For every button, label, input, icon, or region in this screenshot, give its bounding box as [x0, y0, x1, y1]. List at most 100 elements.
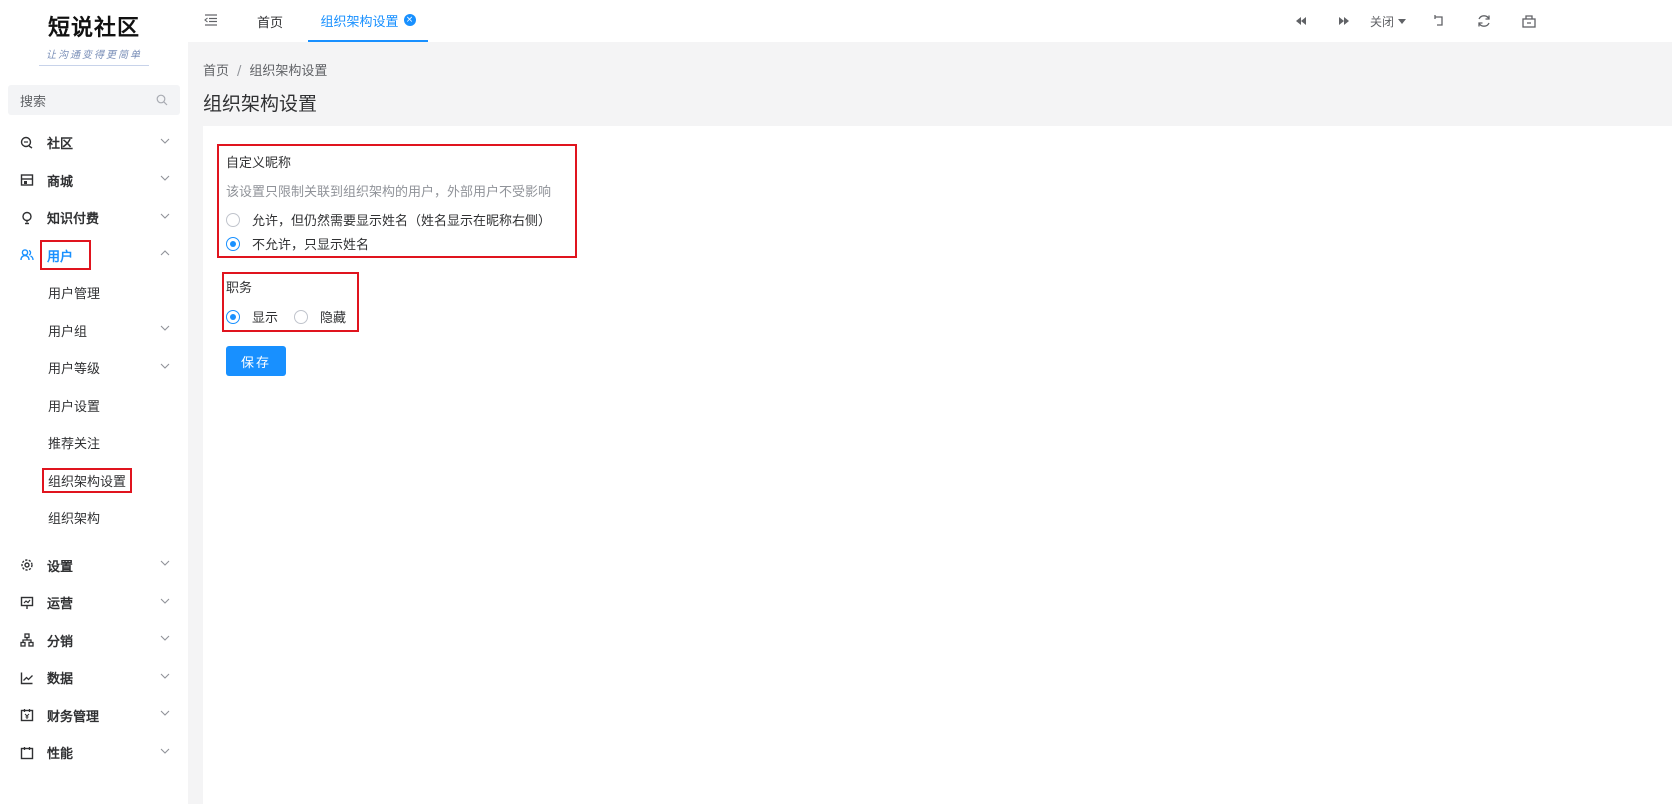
sidebar-item-distribution[interactable]: 分销: [0, 622, 188, 660]
sidebar-item-label: 设置: [47, 559, 74, 575]
forward-icon[interactable]: [1336, 13, 1352, 29]
return-icon[interactable]: [1431, 13, 1447, 29]
sidebar-item-user[interactable]: 用户: [0, 237, 188, 275]
sidebar-item-label: 社区: [47, 137, 74, 153]
chevron-down-icon: [160, 673, 170, 679]
search-icon[interactable]: [156, 94, 168, 106]
sidebar-subitem-label: 用户等级: [48, 362, 101, 378]
users-icon: [20, 249, 34, 261]
chevron-down-icon: [160, 325, 170, 332]
radio-nickname-deny[interactable]: 不允许，只显示姓名: [226, 234, 369, 253]
close-dropdown-label: 关闭: [1370, 14, 1395, 29]
save-button[interactable]: 保存: [226, 346, 286, 376]
sidebar-item-label: 分销: [47, 634, 74, 650]
presentation-icon: [20, 596, 34, 609]
logo-title: 短说社区: [47, 15, 140, 41]
sidebar-item-settings[interactable]: 设置: [0, 547, 188, 585]
sidebar-menu: 社区 商城 知识付费 用户 用户管理 用户组 用户等级 用户设置 推荐关注 组织…: [0, 124, 188, 772]
backward-icon[interactable]: [1293, 13, 1309, 29]
caret-down-icon: [1398, 19, 1407, 24]
tab-home[interactable]: 首页: [257, 0, 283, 42]
close-dropdown[interactable]: 关闭: [1370, 0, 1407, 42]
radio-circle[interactable]: [226, 236, 240, 251]
search-placeholder: 搜索: [20, 94, 47, 110]
sidebar-subitem-user-level[interactable]: 用户等级: [0, 349, 188, 387]
chevron-down-icon: [160, 213, 170, 219]
sidebar-item-knowledge[interactable]: 知识付费: [0, 199, 188, 237]
tab-label: 组织架构设置: [320, 14, 399, 30]
radio-circle[interactable]: [226, 212, 240, 227]
tab-label: 首页: [257, 15, 284, 31]
sidebar-subitem-org[interactable]: 组织架构: [0, 499, 188, 537]
radio-job-hide[interactable]: 隐藏: [294, 307, 346, 326]
radio-label: 隐藏: [320, 311, 347, 326]
sidebar-subitem-label: 组织架构: [48, 512, 101, 528]
sidebar-subitem-user-settings[interactable]: 用户设置: [0, 387, 188, 425]
sidebar-subitem-label: 推荐关注: [48, 437, 101, 453]
sidebar-subitem-user-group[interactable]: 用户组: [0, 312, 188, 350]
sidebar-subitem-label: 用户管理: [48, 287, 101, 303]
calendar-icon: [20, 746, 34, 759]
page-title: 组织架构设置: [203, 93, 318, 115]
sidebar-item-label: 商城: [47, 174, 74, 190]
nickname-hint: 该设置只限制关联到组织架构的用户，外部用户不受影响: [226, 185, 552, 200]
sidebar-subitem-user-management[interactable]: 用户管理: [0, 274, 188, 312]
logo-slogan: 让沟通变得更简单: [46, 50, 142, 61]
line-chart-icon: [20, 672, 33, 684]
sidebar-divider: [188, 0, 203, 804]
job-section-title: 职务: [226, 281, 253, 296]
chevron-down-icon: [160, 175, 170, 182]
hierarchy-icon: [20, 633, 34, 647]
tab-org-settings[interactable]: 组织架构设置 ×: [308, 0, 428, 42]
breadcrumb-home[interactable]: 首页: [203, 64, 229, 79]
nickname-section-title: 自定义昵称: [226, 156, 292, 171]
breadcrumb-current: 组织架构设置: [249, 64, 328, 79]
chat-icon: [20, 136, 33, 149]
chevron-down-icon: [160, 635, 170, 642]
radio-label: 显示: [252, 311, 279, 326]
sidebar-item-community[interactable]: 社区: [0, 124, 188, 162]
sidebar-item-label: 性能: [47, 747, 74, 763]
chevron-down-icon: [160, 363, 170, 369]
shop-icon: [20, 174, 34, 186]
radio-circle[interactable]: [226, 309, 240, 324]
logo: 短说社区 让沟通变得更简单: [0, 0, 188, 76]
chevron-down-icon: [160, 560, 170, 567]
sidebar-item-mall[interactable]: 商城: [0, 162, 188, 200]
sidebar-item-label: 财务管理: [47, 709, 100, 725]
top-bar: 首页 组织架构设置 × 关闭: [188, 0, 1672, 42]
sidebar-item-operation[interactable]: 运营: [0, 584, 188, 622]
sidebar-item-label: 知识付费: [47, 212, 100, 228]
sidebar-item-performance[interactable]: 性能: [0, 734, 188, 772]
sidebar-item-label: 运营: [47, 597, 74, 613]
logo-underline: [39, 65, 149, 66]
main-content: 首页 / 组织架构设置 组织架构设置 自定义昵称 该设置只限制关联到组织架构的用户，…: [203, 42, 1672, 804]
radio-label: 不允许，只显示姓名: [252, 238, 370, 253]
chevron-down-icon: [160, 748, 170, 754]
gear-icon: [21, 559, 33, 571]
search-input[interactable]: 搜索: [8, 85, 180, 115]
chevron-down-icon: [160, 138, 170, 144]
lightbulb-icon: [22, 211, 32, 224]
chevron-up-icon: [160, 250, 170, 256]
sidebar-item-data[interactable]: 数据: [0, 659, 188, 697]
radio-nickname-allow[interactable]: 允许，但仍然需要显示姓名（姓名显示在昵称右侧）: [226, 210, 551, 229]
breadcrumb-separator: /: [237, 64, 242, 79]
home-icon[interactable]: [1521, 13, 1537, 29]
sidebar-item-finance[interactable]: 财务管理: [0, 697, 188, 735]
sidebar-subitem-label: 用户设置: [48, 399, 101, 415]
radio-circle[interactable]: [294, 309, 308, 324]
radio-label: 允许，但仍然需要显示姓名（姓名显示在昵称右侧）: [252, 214, 552, 229]
sidebar-subitem-org-settings[interactable]: 组织架构设置: [0, 462, 188, 500]
close-icon[interactable]: ×: [403, 14, 416, 26]
breadcrumb: 首页 / 组织架构设置: [203, 60, 1672, 79]
settings-panel: 自定义昵称 该设置只限制关联到组织架构的用户，外部用户不受影响 允许，但仍然需要…: [203, 126, 1672, 804]
sidebar-subitem-recommend-follow[interactable]: 推荐关注: [0, 424, 188, 462]
menu-fold-icon[interactable]: [204, 14, 218, 26]
sidebar-subitem-label: 组织架构设置: [42, 467, 133, 493]
sidebar: 短说社区 让沟通变得更简单 搜索 社区 商城 知识付费 用户 用户管理 用户组 …: [0, 0, 188, 804]
radio-job-show[interactable]: 显示: [226, 307, 278, 326]
highlight-box: [40, 240, 91, 270]
refresh-icon[interactable]: [1476, 13, 1492, 29]
chevron-down-icon: [160, 710, 170, 717]
